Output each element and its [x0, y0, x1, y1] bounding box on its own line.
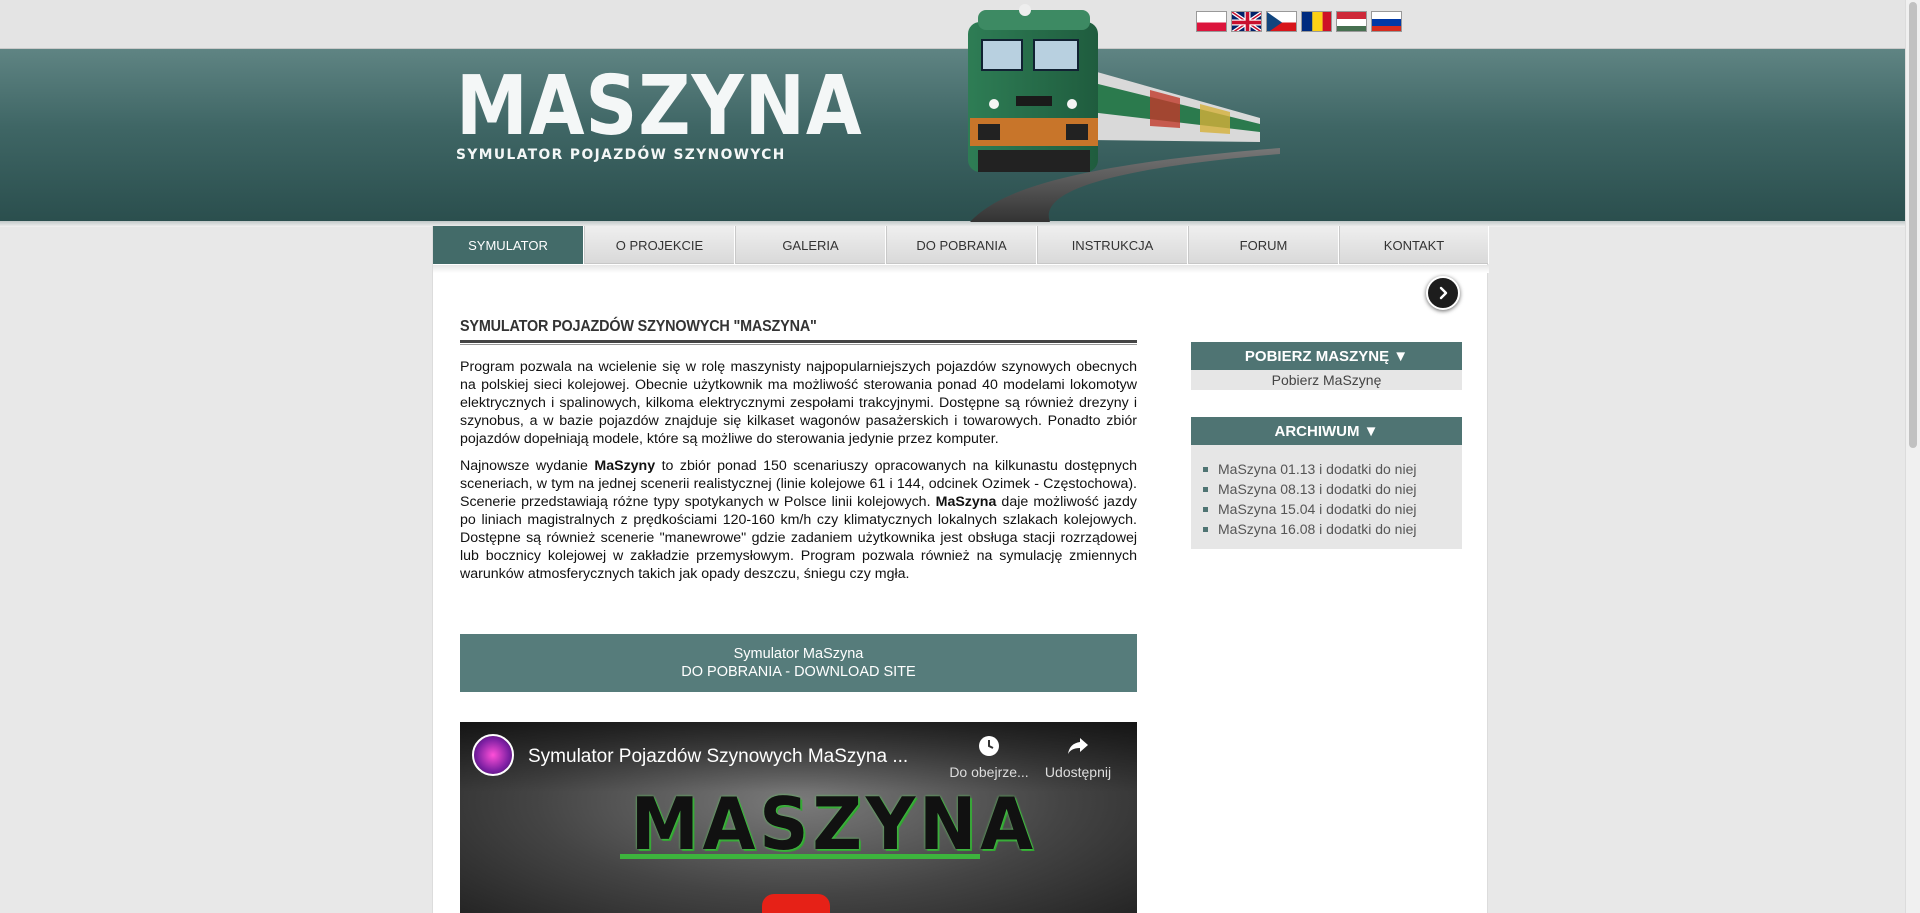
archive-list: MaSzyna 01.13 i dodatki do niej MaSzyna …: [1191, 445, 1462, 549]
play-icon[interactable]: [762, 894, 830, 913]
nav-item-kontakt[interactable]: KONTAKT: [1339, 226, 1489, 264]
bullet-icon: [1203, 526, 1208, 532]
nav-item-forum[interactable]: FORUM: [1188, 226, 1339, 264]
next-arrow-button[interactable]: [1426, 276, 1460, 310]
content-page: SYMULATOR O PROJEKCIE GALERIA DO POBRANI…: [432, 226, 1489, 913]
archive-item-label: MaSzyna 01.13 i dodatki do niej: [1218, 461, 1417, 477]
archive-item[interactable]: MaSzyna 08.13 i dodatki do niej: [1203, 479, 1462, 499]
download-box-header[interactable]: POBIERZ MASZYNĘ ▼: [1191, 342, 1462, 370]
intro-paragraph: Program pozwala na wcielenie się w rolę …: [460, 359, 1137, 447]
main-navigation: SYMULATOR O PROJEKCIE GALERIA DO POBRANI…: [433, 226, 1489, 264]
nav-item-galeria[interactable]: GALERIA: [735, 226, 886, 264]
para-bold: MaSzyna: [935, 494, 997, 510]
chevron-right-icon: [1439, 286, 1448, 300]
watch-later-label: Do obejrze...: [949, 764, 1029, 780]
details-paragraph: Najnowsze wydanie MaSzyny to zbiór ponad…: [460, 457, 1137, 583]
archive-item[interactable]: MaSzyna 15.04 i dodatki do niej: [1203, 499, 1462, 519]
share-label: Udostępnij: [1044, 764, 1112, 780]
nav-item-do-pobrania[interactable]: DO POBRANIA: [886, 226, 1037, 264]
share-icon: [1068, 738, 1088, 754]
archive-item[interactable]: MaSzyna 01.13 i dodatki do niej: [1203, 459, 1462, 479]
site-logo[interactable]: MASZYNA SYMULATOR POJAZDÓW SZYNOWYCH: [456, 59, 863, 164]
bullet-icon: [1203, 486, 1208, 492]
scrollbar-thumb[interactable]: [1909, 2, 1917, 448]
para-text: Najnowsze wydanie: [460, 458, 595, 474]
main-content: SYMULATOR POJAZDÓW SZYNOWYCH "MASZYNA" P…: [460, 318, 1137, 583]
video-title[interactable]: Symulator Pojazdów Szynowych MaSzyna ...: [528, 746, 908, 768]
logo-title: MASZYNA: [456, 59, 863, 154]
para-bold: MaSzyny: [594, 458, 656, 474]
archive-box: ARCHIWUM ▼ MaSzyna 01.13 i dodatki do ni…: [1191, 417, 1462, 549]
download-line-2: DO POBRANIA - DOWNLOAD SITE: [681, 664, 916, 680]
sidebar: POBIERZ MASZYNĘ ▼ Pobierz MaSzynę ARCHIW…: [1191, 342, 1462, 576]
nav-shadow: [433, 265, 1489, 273]
archive-item[interactable]: MaSzyna 16.08 i dodatki do niej: [1203, 519, 1462, 539]
download-line-1: Symulator MaSzyna: [733, 646, 864, 662]
flag-ro-icon[interactable]: [1301, 11, 1332, 32]
nav-item-symulator[interactable]: SYMULATOR: [433, 226, 584, 264]
nav-item-instrukcja[interactable]: INSTRUKCJA: [1037, 226, 1188, 264]
download-link[interactable]: Pobierz MaSzynę: [1191, 370, 1462, 390]
bullet-icon: [1203, 506, 1208, 512]
download-box: POBIERZ MASZYNĘ ▼ Pobierz MaSzynę: [1191, 342, 1462, 390]
flag-hu-icon[interactable]: [1336, 11, 1367, 32]
archive-item-label: MaSzyna 08.13 i dodatki do niej: [1218, 481, 1417, 497]
logo-subtitle: SYMULATOR POJAZDÓW SZYNOWYCH: [456, 147, 786, 163]
flag-ru-icon[interactable]: [1371, 11, 1402, 32]
nav-item-o-projekcie[interactable]: O PROJEKCIE: [584, 226, 735, 264]
video-logo-underline: [620, 854, 980, 859]
title-divider: [460, 340, 1137, 345]
page-scrollbar[interactable]: [1905, 0, 1920, 913]
share-button[interactable]: Udostępnij: [1033, 734, 1123, 780]
channel-avatar[interactable]: [472, 734, 514, 776]
archive-body: MaSzyna 01.13 i dodatki do niej MaSzyna …: [1191, 445, 1462, 549]
youtube-video-embed[interactable]: Symulator Pojazdów Szynowych MaSzyna ...…: [460, 722, 1137, 913]
archive-box-header[interactable]: ARCHIWUM ▼: [1191, 417, 1462, 445]
page-title: SYMULATOR POJAZDÓW SZYNOWYCH "MASZYNA": [460, 318, 817, 335]
archive-item-label: MaSzyna 16.08 i dodatki do niej: [1218, 521, 1417, 537]
train-illustration: [968, 4, 1280, 222]
bullet-icon: [1203, 466, 1208, 472]
watch-later-button[interactable]: Do obejrze...: [944, 734, 1034, 780]
clock-icon: [979, 736, 999, 756]
archive-item-label: MaSzyna 15.04 i dodatki do niej: [1218, 501, 1417, 517]
download-site-button[interactable]: Symulator MaSzyna DO POBRANIA - DOWNLOAD…: [460, 634, 1137, 692]
